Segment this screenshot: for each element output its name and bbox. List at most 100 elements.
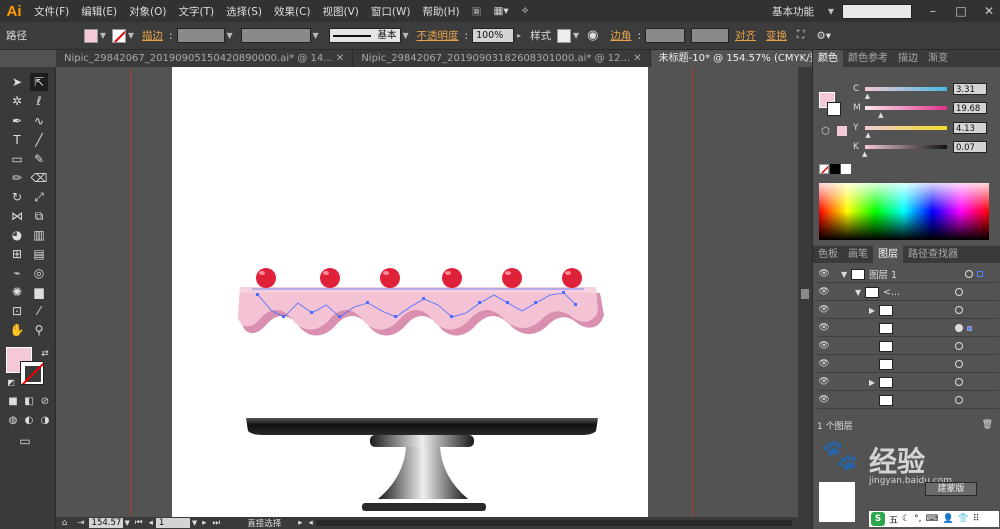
tab-pathfinder[interactable]: 路径查找器 — [903, 246, 963, 263]
tab-layers[interactable]: 图层 — [873, 246, 903, 263]
magic-wand-tool-icon[interactable]: ✲ — [8, 92, 26, 110]
scale-tool-icon[interactable]: ⤢ — [30, 188, 48, 206]
tab-color[interactable]: 颜色 — [813, 50, 843, 67]
artboard-tool-icon[interactable]: ⊡ — [8, 302, 26, 320]
layer-name[interactable]: 图层 1 — [865, 267, 965, 281]
gpu-performance-icon[interactable]: ✧ — [515, 5, 536, 17]
layer-row[interactable]: 👁 ▼ <... — [817, 284, 999, 301]
scroll-left-icon[interactable]: ◂ — [305, 518, 315, 528]
target-circle-icon[interactable] — [955, 396, 963, 404]
vertical-scrollbar[interactable] — [798, 67, 812, 529]
free-transform-tool-icon[interactable]: ⧉ — [30, 207, 48, 225]
chevron-right-icon[interactable]: ▸ — [295, 518, 305, 528]
pencil-tool-icon[interactable]: ✏ — [8, 169, 26, 187]
swap-colors-icon[interactable]: ⇄ — [36, 345, 54, 363]
transform-label[interactable]: 变换 — [762, 28, 791, 43]
rotate-view-icon[interactable]: ⌂ — [56, 518, 73, 528]
previous-artboard-icon[interactable]: ◂ — [146, 518, 156, 528]
mesh-tool-icon[interactable]: ⊞ — [8, 245, 26, 263]
slider-yellow-value[interactable]: 4.13 — [953, 122, 987, 134]
direct-selection-tool-icon[interactable]: ⇱ — [30, 73, 48, 91]
symbol-sprayer-tool-icon[interactable]: ✺ — [8, 283, 26, 301]
sublayer-name[interactable]: <... — [879, 287, 955, 298]
close-icon[interactable]: ✕ — [633, 53, 641, 64]
color-stroke-swatch[interactable] — [827, 102, 841, 116]
artboard[interactable] — [172, 67, 648, 517]
none-color-swatch[interactable] — [819, 164, 829, 174]
target-circle-icon[interactable] — [955, 306, 963, 314]
menu-window[interactable]: 窗口(W) — [365, 4, 417, 19]
line-tool-icon[interactable]: ╱ — [30, 131, 48, 149]
selection-tool-icon[interactable]: ➤ — [8, 73, 26, 91]
menu-effect[interactable]: 效果(C) — [268, 4, 317, 19]
layer-row[interactable]: 👁 — [817, 392, 999, 409]
moon-icon[interactable]: ☾ — [902, 514, 910, 524]
layer-row[interactable]: 👁 ▶ — [817, 302, 999, 319]
cyan-track[interactable] — [865, 87, 947, 91]
close-icon[interactable]: ✕ — [336, 53, 344, 64]
layer-row[interactable]: 👁 — [817, 356, 999, 373]
layer-row[interactable]: 👁 ▼ 图层 1 — [817, 266, 999, 283]
zoom-field[interactable]: 154.57 — [88, 518, 123, 528]
chevron-down-icon[interactable]: ▼ — [126, 31, 136, 40]
grid-icon[interactable]: ⠿ — [973, 514, 980, 524]
slice-tool-icon[interactable]: ⁄ — [30, 302, 48, 320]
user-icon[interactable]: 👤 — [942, 514, 953, 524]
chevron-down-icon[interactable]: ▼ — [225, 31, 235, 40]
eyedropper-tool-icon[interactable]: ⌁ — [8, 264, 26, 282]
maximize-icon[interactable]: □ — [950, 0, 972, 22]
width-tool-icon[interactable]: ⋈ — [8, 207, 26, 225]
selection-indicator[interactable] — [977, 271, 983, 277]
stroke-weight-field[interactable] — [176, 28, 225, 43]
chevron-down-icon[interactable]: ▼ — [311, 31, 321, 40]
document-tab[interactable]: Nipic_29842067_20190903182608301000.ai* … — [353, 50, 651, 67]
menu-select[interactable]: 选择(S) — [220, 4, 268, 19]
menu-type[interactable]: 文字(T) — [173, 4, 221, 19]
minimize-icon[interactable]: – — [922, 0, 944, 22]
next-artboard-icon[interactable]: ▸ — [199, 518, 209, 528]
visibility-eye-icon[interactable]: 👁 — [817, 359, 831, 369]
visibility-eye-icon[interactable]: 👁 — [817, 377, 831, 387]
target-circle-icon[interactable] — [955, 288, 963, 296]
artboard-navigator-icon[interactable]: ⇥ — [73, 518, 88, 528]
isolate-icon[interactable]: ⛶ — [791, 29, 810, 42]
chevron-down-icon[interactable]: ▼ — [190, 519, 199, 527]
stroke-label[interactable]: 描边 — [136, 28, 169, 43]
gradient-tool-icon[interactable]: ▤ — [30, 245, 48, 263]
graphic-style-swatch[interactable] — [557, 28, 572, 43]
slider-handle[interactable]: ▲ — [878, 111, 883, 119]
black-swatch[interactable] — [830, 164, 840, 174]
slider-black[interactable]: K 0.07 — [853, 140, 999, 154]
menu-view[interactable]: 视图(V) — [317, 4, 365, 19]
document-tab[interactable]: Nipic_29842067_20190905150420890000.ai* … — [56, 50, 354, 67]
draw-inside-icon[interactable]: ◑ — [36, 411, 54, 429]
chevron-down-icon[interactable]: ▼ — [571, 31, 581, 40]
last-artboard-icon[interactable]: ⏭ — [210, 518, 224, 528]
horizontal-scrollbar[interactable] — [315, 520, 792, 526]
eraser-tool-icon[interactable]: ⌫ — [30, 169, 48, 187]
tab-color-guide[interactable]: 颜色参考 — [843, 50, 893, 67]
slider-cyan-value[interactable]: 3.31 — [953, 83, 987, 95]
opacity-label[interactable]: 不透明度 — [411, 28, 465, 43]
stroke-none-swatch[interactable] — [112, 28, 126, 43]
slider-handle[interactable]: ▲ — [865, 92, 870, 100]
tab-brushes[interactable]: 画笔 — [843, 246, 873, 263]
yellow-track[interactable] — [865, 126, 947, 130]
help-search-input[interactable] — [842, 3, 912, 19]
zoom-tool-icon[interactable]: ⚲ — [30, 321, 48, 339]
layer-row[interactable]: 👁 ▶ — [817, 374, 999, 391]
lasso-tool-icon[interactable]: ℓ — [30, 92, 48, 110]
screen-mode-icon[interactable]: ▭ — [16, 432, 34, 450]
menu-file[interactable]: 文件(F) — [28, 4, 75, 19]
fill-swatch[interactable] — [84, 28, 98, 43]
sogou-icon[interactable]: S — [871, 512, 885, 526]
close-icon[interactable]: ✕ — [978, 0, 1000, 22]
menu-object[interactable]: 对象(O) — [123, 4, 172, 19]
stroke-color-swatch[interactable] — [20, 361, 44, 385]
web-safe-swatch[interactable] — [837, 126, 847, 136]
trash-icon[interactable]: 🗑 — [982, 420, 999, 430]
selection-indicator[interactable] — [967, 325, 972, 331]
default-colors-icon[interactable]: ◩ — [2, 373, 20, 391]
bridge-icon[interactable]: ▣ — [466, 5, 488, 17]
rotate-tool-icon[interactable]: ↻ — [8, 188, 26, 206]
